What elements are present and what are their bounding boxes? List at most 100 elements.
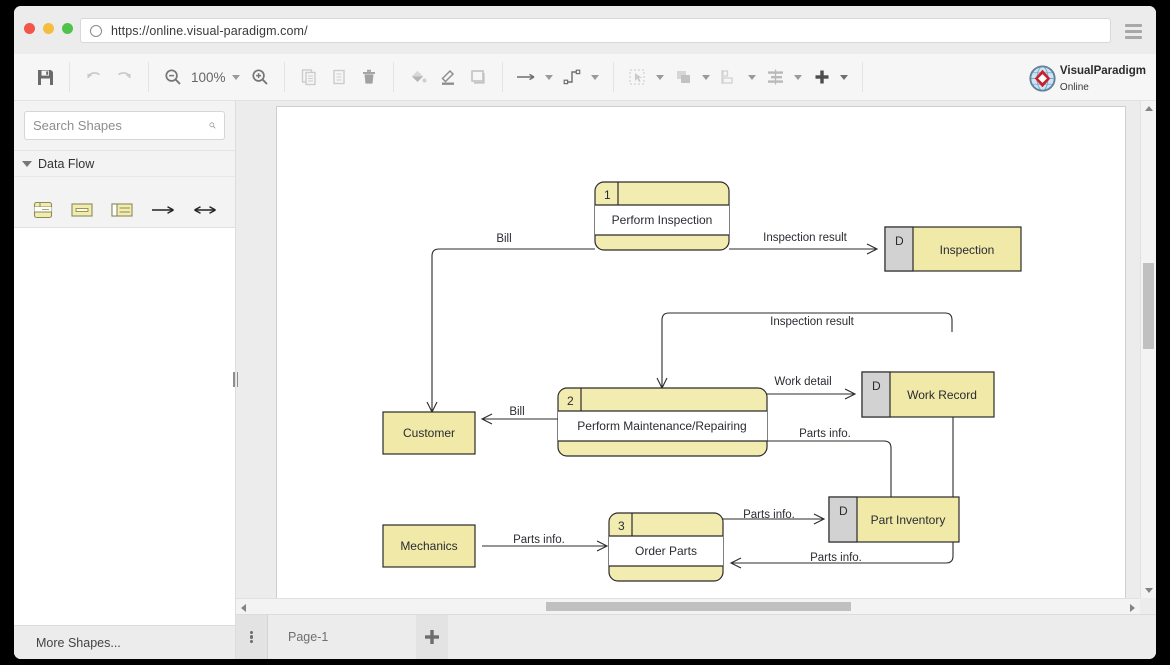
entity-name: Mechanics: [400, 539, 457, 553]
close-window-button[interactable]: [24, 23, 35, 34]
toolbar-group-style: [394, 62, 503, 92]
connector-route-button[interactable]: [558, 62, 588, 92]
vertical-scrollbar[interactable]: [1140, 101, 1156, 598]
sidebar-section-label: Data Flow: [38, 156, 95, 171]
page-options-icon[interactable]: [236, 615, 268, 659]
browser-chrome: https://online.visual-paradigm.com/: [14, 6, 1156, 54]
scroll-left-icon[interactable]: [241, 604, 246, 612]
add-chevron-down-icon[interactable]: [839, 74, 848, 80]
process-name: Perform Inspection: [612, 213, 713, 227]
toolbar-group-zoom: 100%: [149, 62, 285, 92]
search-input[interactable]: [33, 118, 209, 133]
align-chevron-down-icon[interactable]: [793, 74, 802, 80]
panel-splitter-handle[interactable]: [231, 372, 240, 388]
flow-label-parts-info-1: Parts info.: [799, 428, 851, 440]
redo-button[interactable]: [109, 62, 139, 92]
sidebar-section-data-flow[interactable]: Data Flow: [14, 151, 235, 177]
paste-button[interactable]: [324, 62, 354, 92]
selection-chevron-down-icon[interactable]: [655, 74, 664, 80]
collapse-chevron-down-icon[interactable]: [22, 160, 32, 167]
fill-color-button[interactable]: [403, 62, 433, 92]
maximize-window-button[interactable]: [62, 23, 73, 34]
more-shapes-label: More Shapes...: [36, 635, 121, 650]
flow-label-bill-2: Bill: [509, 406, 524, 418]
more-shapes-button[interactable]: More Shapes...: [14, 625, 235, 659]
search-shapes-box[interactable]: [24, 111, 225, 140]
process-perform-maintenance[interactable]: 2 Perform Maintenance/Repairing: [557, 387, 768, 457]
datastore-key: D: [895, 234, 904, 248]
line-color-button[interactable]: [433, 62, 463, 92]
scroll-up-icon[interactable]: [1145, 106, 1153, 111]
add-button[interactable]: [807, 62, 837, 92]
process-number: 3: [618, 519, 625, 533]
diagram-canvas-area[interactable]: Bill Inspection result Inspection result…: [236, 101, 1156, 621]
horizontal-scrollbar[interactable]: [236, 598, 1140, 614]
vertical-scrollbar-thumb[interactable]: [1143, 263, 1154, 349]
address-bar[interactable]: https://online.visual-paradigm.com/: [80, 18, 1111, 43]
process-shape-icon[interactable]: [32, 200, 54, 220]
datastore-work-record[interactable]: D Work Record: [861, 371, 995, 418]
toolbar-group-clipboard: [285, 62, 394, 92]
datastore-part-inventory[interactable]: D Part Inventory: [828, 496, 960, 543]
data-store-shape-icon[interactable]: [110, 201, 134, 219]
app-toolbar: 100% VisualParadigm Online: [14, 54, 1156, 101]
flow-label-bill-1: Bill: [496, 233, 511, 245]
entity-mechanics[interactable]: Mechanics: [382, 524, 476, 568]
zoom-out-button[interactable]: [158, 62, 188, 92]
entity-customer[interactable]: Customer: [382, 411, 476, 455]
bidirectional-data-flow-icon[interactable]: [192, 202, 218, 218]
undo-button[interactable]: [79, 62, 109, 92]
process-order-parts[interactable]: 3 Order Parts: [608, 512, 724, 582]
copy-button[interactable]: [294, 62, 324, 92]
search-shapes-container: [14, 101, 235, 151]
selection-button[interactable]: [623, 62, 653, 92]
external-entity-shape-icon[interactable]: [70, 201, 94, 219]
minimize-window-button[interactable]: [43, 23, 54, 34]
distribute-chevron-down-icon[interactable]: [747, 74, 756, 80]
delete-button[interactable]: [354, 62, 384, 92]
zoom-in-button[interactable]: [245, 62, 275, 92]
toolbar-group-arrange: [614, 62, 863, 92]
zoom-level-label: 100%: [191, 69, 226, 85]
zoom-dropdown-chevron-down-icon[interactable]: [231, 74, 240, 80]
add-page-button[interactable]: [416, 615, 448, 659]
process-number: 1: [604, 188, 611, 202]
page-bar: Page-1: [236, 614, 1156, 659]
browser-window: https://online.visual-paradigm.com/ 100%: [14, 6, 1156, 659]
data-flow-arrow-icon[interactable]: [150, 202, 176, 218]
diagram-paper[interactable]: Bill Inspection result Inspection result…: [276, 106, 1126, 621]
shapes-sidebar: Data Flow: [14, 101, 236, 659]
flow-label-work-detail: Work detail: [774, 376, 831, 388]
search-icon[interactable]: [209, 118, 216, 133]
process-perform-inspection[interactable]: 1 Perform Inspection: [594, 181, 730, 251]
flow-label-inspection-result-2: Inspection result: [770, 316, 855, 328]
globe-icon: [1029, 65, 1056, 92]
scroll-right-icon[interactable]: [1130, 604, 1135, 612]
process-number: 2: [567, 394, 574, 408]
flow-label-parts-info-4: Parts info.: [810, 552, 862, 564]
page-tab-page-1[interactable]: Page-1: [268, 615, 416, 659]
flow-label-inspection-result-1: Inspection result: [763, 232, 848, 244]
arrange-button[interactable]: [669, 62, 699, 92]
arrange-chevron-down-icon[interactable]: [701, 74, 710, 80]
align-button[interactable]: [761, 62, 791, 92]
distribute-button[interactable]: [715, 62, 745, 92]
shape-style-button[interactable]: [463, 62, 493, 92]
process-name: Order Parts: [635, 544, 697, 558]
logo-line-1: VisualParadigm: [1059, 65, 1146, 77]
data-flow-diagram[interactable]: Bill Inspection result Inspection result…: [277, 107, 1127, 622]
hamburger-menu-icon[interactable]: [1125, 24, 1142, 42]
connector-style-chevron-down-icon[interactable]: [544, 74, 553, 80]
window-controls: [24, 23, 73, 34]
datastore-inspection[interactable]: D Inspection: [884, 226, 1022, 272]
scroll-down-icon[interactable]: [1145, 588, 1153, 593]
connector-route-chevron-down-icon[interactable]: [590, 74, 599, 80]
reload-icon[interactable]: [90, 24, 102, 37]
horizontal-scrollbar-thumb[interactable]: [546, 602, 851, 611]
toolbar-group-history: [70, 62, 149, 92]
connector-style-button[interactable]: [512, 62, 542, 92]
process-name: Perform Maintenance/Repairing: [577, 419, 746, 433]
save-button[interactable]: [30, 62, 60, 92]
url-text: https://online.visual-paradigm.com/: [111, 23, 308, 38]
add-page-icon[interactable]: [423, 628, 441, 646]
